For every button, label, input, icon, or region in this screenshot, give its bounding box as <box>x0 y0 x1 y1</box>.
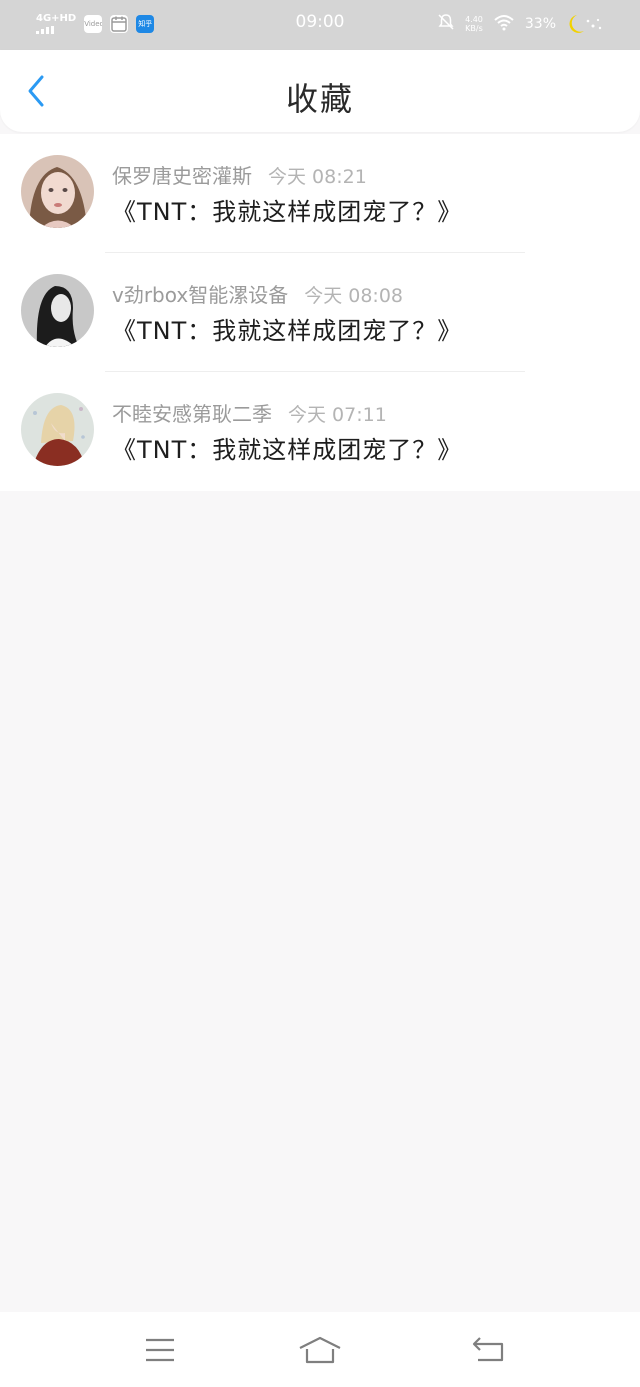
post-title[interactable]: 《TNT：我就这样成团宠了？》 <box>112 311 462 346</box>
author-name[interactable]: v劲rbox智能漯设备 <box>112 283 288 307</box>
post-title[interactable]: 《TNT：我就这样成团宠了？》 <box>112 192 462 227</box>
post-time: 今天 08:08 <box>304 285 404 307</box>
post-title[interactable]: 《TNT：我就这样成团宠了？》 <box>112 430 462 465</box>
mute-icon <box>437 13 455 35</box>
list-item[interactable]: v劲rbox智能漯设备 今天 08:08 《TNT：我就这样成团宠了？》 <box>0 253 640 372</box>
speed-unit: KB/s <box>465 24 483 33</box>
favorites-list: 保罗唐史密灌斯 今天 08:21 《TNT：我就这样成团宠了？》 v劲rbox智能… <box>0 134 640 491</box>
back-icon <box>472 1337 504 1362</box>
post-time: 今天 08:21 <box>268 166 367 188</box>
battery-level: 33% <box>524 16 556 32</box>
avatar[interactable] <box>21 274 94 347</box>
home-icon <box>299 1336 341 1364</box>
avatar[interactable] <box>21 155 94 228</box>
page-title: 收藏 <box>285 80 354 118</box>
status-right: 4.40 KB/s 33% <box>437 12 604 36</box>
menu-button[interactable] <box>138 1330 182 1370</box>
item-meta: 不睦安感第耿二季 今天 07:11 <box>112 398 387 427</box>
speed-value: 4.40 <box>465 15 483 24</box>
item-meta: v劲rbox智能漯设备 今天 08:08 <box>112 279 403 308</box>
item-meta: 保罗唐史密灌斯 今天 08:21 <box>112 160 367 189</box>
moon-icon <box>566 13 604 35</box>
network-speed: 4.40 KB/s <box>465 15 483 33</box>
menu-icon <box>146 1338 174 1362</box>
avatar[interactable] <box>21 393 94 466</box>
header: 收藏 <box>0 50 640 132</box>
list-item[interactable]: 保罗唐史密灌斯 今天 08:21 《TNT：我就这样成团宠了？》 <box>0 134 640 253</box>
status-bar: 4G+HD Video 知乎 09:00 4.40 KB/s 33% <box>0 0 640 50</box>
wifi-icon <box>493 13 515 35</box>
author-name[interactable]: 不睦安感第耿二季 <box>112 402 272 426</box>
list-item[interactable]: 不睦安感第耿二季 今天 07:11 《TNT：我就这样成团宠了？》 <box>0 372 640 491</box>
back-nav-button[interactable] <box>466 1330 510 1370</box>
home-button[interactable] <box>298 1330 342 1370</box>
author-name[interactable]: 保罗唐史密灌斯 <box>112 164 252 188</box>
post-time: 今天 07:11 <box>288 404 387 426</box>
bottom-nav-bar <box>0 1312 640 1387</box>
